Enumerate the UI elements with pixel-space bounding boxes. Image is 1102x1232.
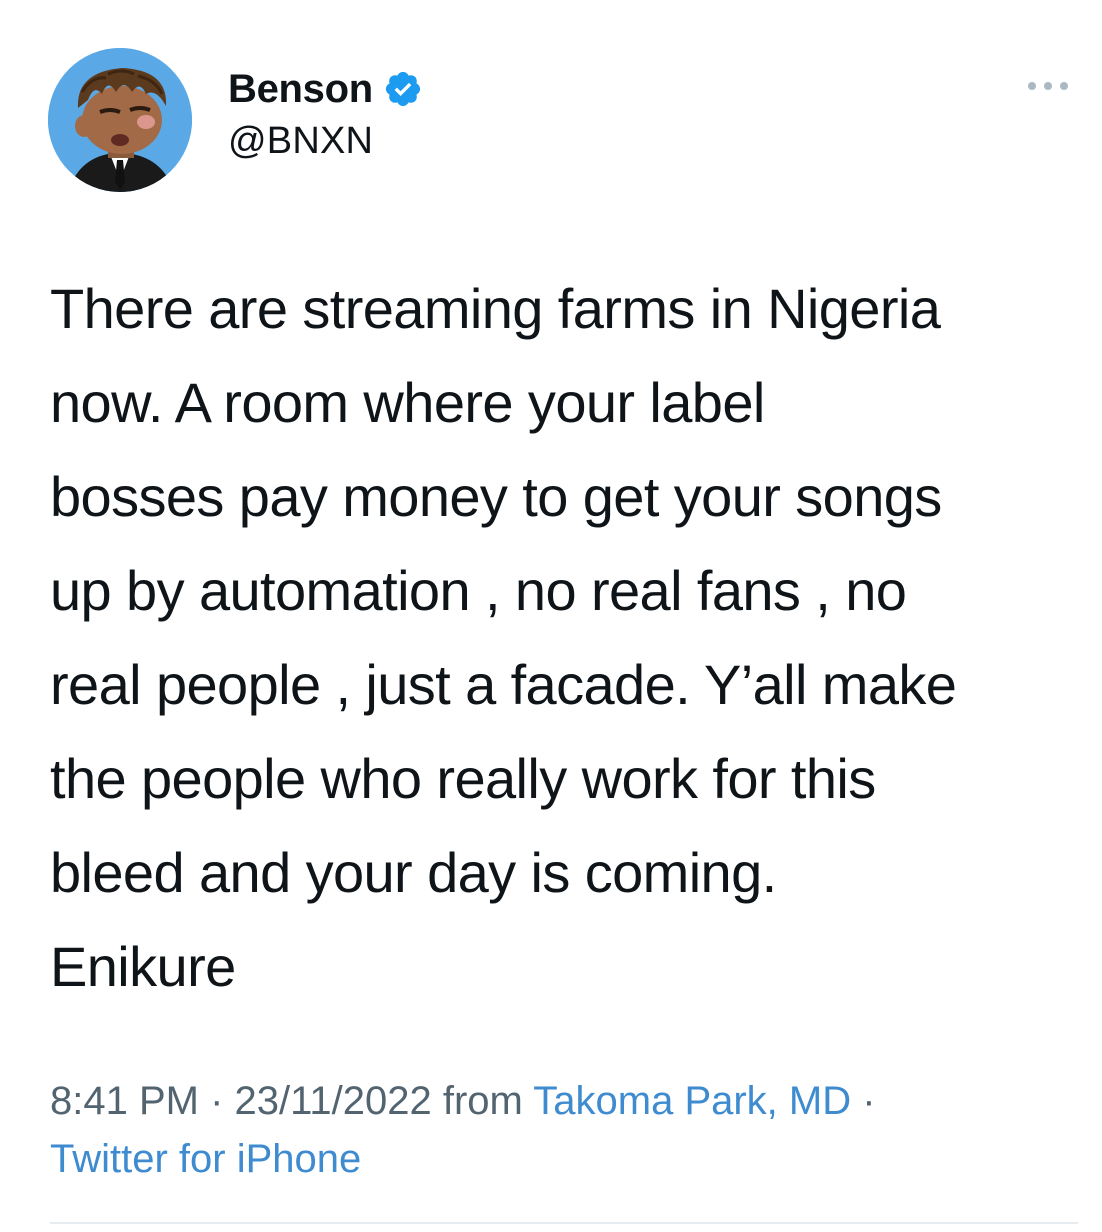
tweet-date[interactable]: 23/11/2022 [235,1079,432,1123]
tweet-author: Benson @BNXN [228,64,423,163]
avatar[interactable] [48,48,192,192]
tweet-detail: Benson @BNXN There are streaming farms i… [0,0,1102,1232]
name-row: Benson [228,64,423,114]
cartoon-avatar-image [48,48,192,192]
verified-badge-icon [383,69,423,109]
tweet-time[interactable]: 8:41 PM [50,1079,199,1123]
meta-from-label: from [431,1079,534,1123]
more-options-icon[interactable] [1026,76,1070,96]
tweet-body-text: There are streaming farms in Nigeria now… [50,277,957,998]
tweet-location-link[interactable]: Takoma Park, MD [533,1079,851,1123]
author-handle[interactable]: @BNXN [228,120,423,163]
author-display-name[interactable]: Benson [228,67,373,112]
tweet-metadata: 8:41 PM · 23/11/2022 from Takoma Park, M… [50,1072,1070,1188]
divider [50,1222,1078,1224]
tweet-source-link[interactable]: Twitter for iPhone [50,1137,361,1181]
meta-separator: · [851,1079,876,1123]
meta-separator: · [198,1079,235,1123]
